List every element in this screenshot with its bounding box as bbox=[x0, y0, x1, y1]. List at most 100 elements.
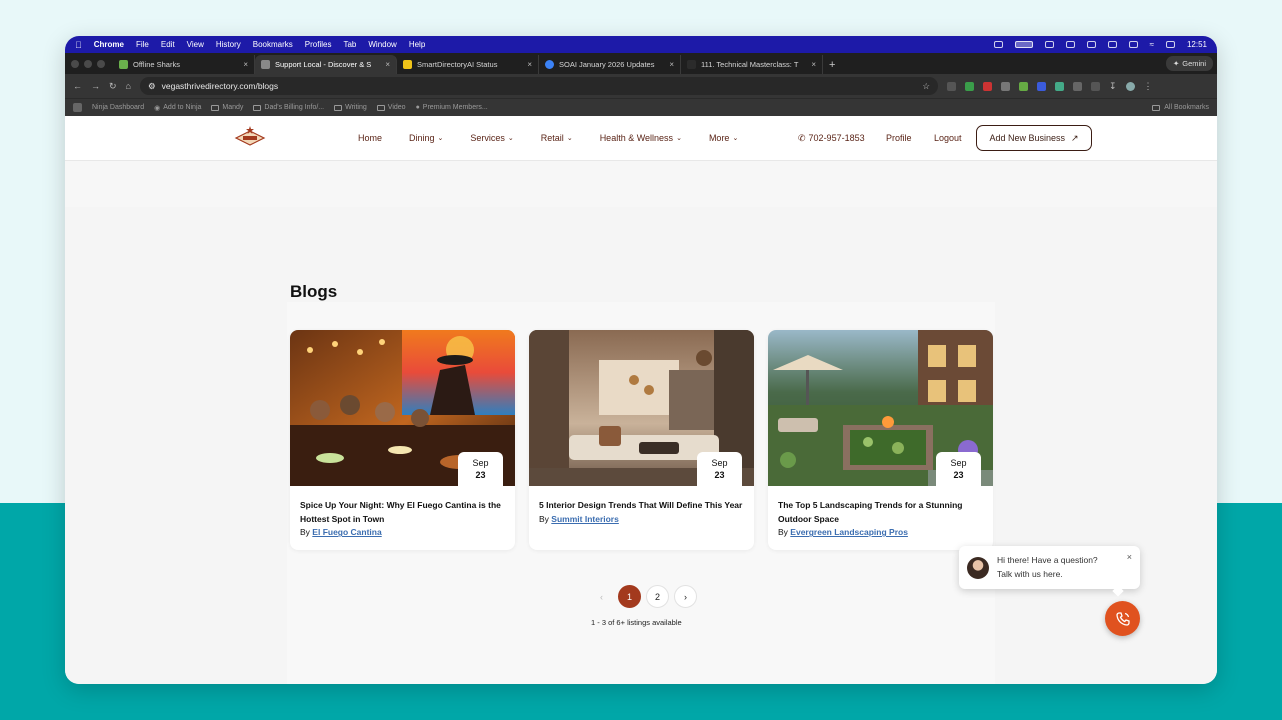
bookmark-item[interactable]: Ninja Dashboard bbox=[92, 104, 144, 111]
status-icon[interactable] bbox=[1086, 41, 1096, 48]
apps-grid-icon[interactable] bbox=[73, 103, 82, 112]
blog-image[interactable]: Sep 23 bbox=[290, 330, 515, 486]
bookmark-label: Video bbox=[387, 104, 406, 111]
menu-view[interactable]: View bbox=[187, 40, 204, 49]
blog-author-link[interactable]: El Fuego Cantina bbox=[312, 527, 381, 537]
blog-title[interactable]: Spice Up Your Night: Why El Fuego Cantin… bbox=[290, 486, 515, 526]
menu-help[interactable]: Help bbox=[409, 40, 425, 49]
close-chat-icon[interactable]: × bbox=[1127, 552, 1132, 562]
back-icon[interactable]: ← bbox=[73, 81, 82, 91]
nav-home[interactable]: Home bbox=[358, 133, 382, 143]
close-tab-icon[interactable]: × bbox=[385, 60, 390, 69]
bookmark-item[interactable]: ◉ Add to Ninja bbox=[154, 104, 201, 112]
menu-profiles[interactable]: Profiles bbox=[305, 40, 332, 49]
site-info-icon[interactable]: ⚙ bbox=[148, 81, 156, 92]
browser-tab[interactable]: SOAI January 2026 Updates × bbox=[539, 55, 681, 74]
blog-image[interactable]: Sep 23 bbox=[529, 330, 754, 486]
prev-page-button[interactable]: ‹ bbox=[590, 585, 613, 608]
nav-health-wellness[interactable]: Health & Wellness ⌄ bbox=[600, 133, 682, 143]
add-new-business-button[interactable]: Add New Business ↗ bbox=[976, 125, 1092, 151]
extension-icon[interactable] bbox=[1000, 81, 1010, 91]
menubar-clock[interactable]: 12:51 bbox=[1187, 40, 1207, 49]
call-button[interactable] bbox=[1105, 601, 1140, 636]
close-tab-icon[interactable]: × bbox=[243, 60, 248, 69]
close-tab-icon[interactable]: × bbox=[527, 60, 532, 69]
status-icon[interactable] bbox=[1065, 41, 1075, 48]
minimize-window-button[interactable] bbox=[84, 59, 92, 68]
bookmark-star-icon[interactable]: ☆ bbox=[922, 81, 930, 92]
display-icon[interactable] bbox=[1044, 41, 1054, 48]
browser-tab-active[interactable]: Support Local - Discover & S × bbox=[255, 55, 397, 74]
apple-icon[interactable]:  bbox=[75, 40, 82, 50]
blog-card[interactable]: Sep 23 Spice Up Your Night: Why El Fuego… bbox=[290, 330, 515, 550]
extension-icon[interactable] bbox=[1036, 81, 1046, 91]
download-icon[interactable]: ↧ bbox=[1109, 81, 1117, 92]
menu-tab[interactable]: Tab bbox=[343, 40, 356, 49]
page-button-2[interactable]: 2 bbox=[646, 585, 669, 608]
bookmark-item[interactable]: ● Premium Members... bbox=[416, 104, 488, 111]
extension-icon[interactable] bbox=[1018, 81, 1028, 91]
blog-image[interactable]: Sep 23 bbox=[768, 330, 993, 486]
screen-record-icon[interactable] bbox=[1014, 41, 1033, 48]
address-bar-url[interactable]: vegasthrivedirectory.com/blogs bbox=[162, 81, 279, 91]
control-center-icon[interactable] bbox=[1165, 41, 1175, 48]
bookmark-item[interactable]: Mandy bbox=[211, 104, 243, 111]
status-icon[interactable] bbox=[993, 41, 1003, 48]
blog-author-link[interactable]: Summit Interiors bbox=[551, 514, 619, 524]
reload-icon[interactable]: ↻ bbox=[109, 81, 117, 92]
close-tab-icon[interactable]: × bbox=[811, 60, 816, 69]
nav-retail[interactable]: Retail ⌄ bbox=[541, 133, 573, 143]
blog-author-link[interactable]: Evergreen Landscaping Pros bbox=[790, 527, 908, 537]
menu-edit[interactable]: Edit bbox=[161, 40, 175, 49]
blog-title[interactable]: The Top 5 Landscaping Trends for a Stunn… bbox=[768, 486, 993, 526]
extension-icon[interactable] bbox=[1054, 81, 1064, 91]
menu-app-name[interactable]: Chrome bbox=[94, 40, 124, 49]
browser-tab[interactable]: 111. Technical Masterclass: T × bbox=[681, 55, 823, 74]
side-panel-icon[interactable] bbox=[1090, 81, 1100, 91]
forward-icon[interactable]: → bbox=[91, 81, 100, 91]
extension-icon[interactable] bbox=[946, 81, 956, 91]
next-page-button[interactable]: › bbox=[674, 585, 697, 608]
address-bar[interactable]: ⚙ vegasthrivedirectory.com/blogs ☆ bbox=[139, 77, 938, 95]
profile-link[interactable]: Profile bbox=[886, 133, 912, 143]
nav-label: Retail bbox=[540, 133, 564, 143]
bookmark-item[interactable]: Writing bbox=[334, 104, 367, 111]
wifi-icon[interactable]: ≈ bbox=[1150, 40, 1154, 49]
browser-tab[interactable]: SmartDirectoryAI Status × bbox=[397, 55, 539, 74]
post-date-month: Sep bbox=[472, 457, 489, 468]
menu-bookmarks[interactable]: Bookmarks bbox=[253, 40, 293, 49]
nav-services[interactable]: Services ⌄ bbox=[470, 133, 513, 143]
close-tab-icon[interactable]: × bbox=[669, 60, 674, 69]
browser-tab[interactable]: Offline Sharks × bbox=[113, 55, 255, 74]
bluetooth-icon[interactable] bbox=[1107, 41, 1117, 48]
menu-history[interactable]: History bbox=[216, 40, 241, 49]
phone-link[interactable]: ✆ 702-957-1853 bbox=[798, 133, 865, 144]
page-button-1[interactable]: 1 bbox=[618, 585, 641, 608]
home-icon[interactable]: ⌂ bbox=[126, 81, 131, 91]
gemini-button[interactable]: ✦ Gemini bbox=[1165, 56, 1213, 71]
extension-icon[interactable] bbox=[982, 81, 992, 91]
profile-avatar-icon[interactable] bbox=[1125, 81, 1135, 91]
menu-window[interactable]: Window bbox=[368, 40, 396, 49]
close-window-button[interactable] bbox=[71, 59, 79, 68]
extensions-puzzle-icon[interactable] bbox=[1072, 81, 1082, 91]
battery-icon[interactable] bbox=[1128, 41, 1138, 48]
bookmark-label: Writing bbox=[345, 104, 367, 111]
nav-more[interactable]: More ⌄ bbox=[709, 133, 738, 143]
chat-prompt[interactable]: Hi there! Have a question? Talk with us … bbox=[959, 546, 1140, 589]
extension-icon[interactable] bbox=[964, 81, 974, 91]
blog-card[interactable]: Sep 23 The Top 5 Landscaping Trends for … bbox=[768, 330, 993, 550]
site-logo[interactable] bbox=[233, 126, 267, 150]
bookmark-item[interactable]: Dad's Billing Info/... bbox=[253, 104, 324, 111]
bookmarks-bar: Ninja Dashboard ◉ Add to Ninja Mandy Dad'… bbox=[65, 98, 1217, 116]
zoom-window-button[interactable] bbox=[97, 59, 105, 68]
nav-dining[interactable]: Dining ⌄ bbox=[409, 133, 443, 143]
logout-link[interactable]: Logout bbox=[934, 133, 962, 143]
menu-file[interactable]: File bbox=[136, 40, 149, 49]
browser-menu-icon[interactable]: ⋮ bbox=[1144, 81, 1153, 92]
blog-card[interactable]: Sep 23 5 Interior Design Trends That Wil… bbox=[529, 330, 754, 550]
all-bookmarks[interactable]: All Bookmarks bbox=[1152, 104, 1209, 111]
blog-title[interactable]: 5 Interior Design Trends That Will Defin… bbox=[529, 486, 754, 513]
new-tab-button[interactable]: + bbox=[823, 55, 841, 74]
bookmark-item[interactable]: Video bbox=[376, 104, 406, 111]
